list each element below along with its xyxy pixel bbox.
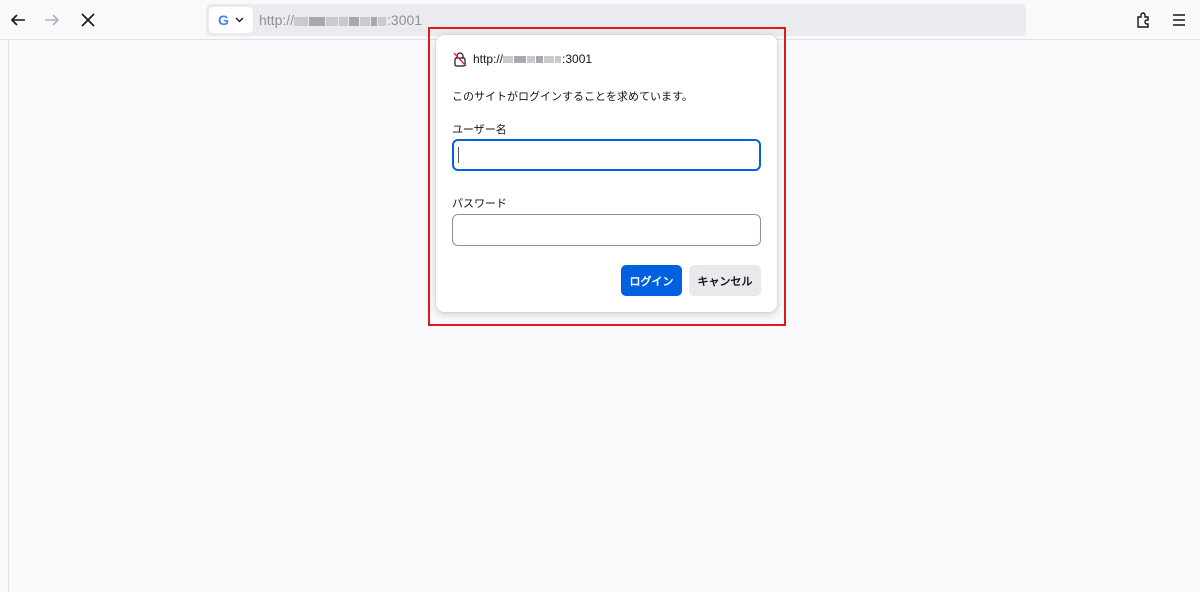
chevron-down-icon — [235, 17, 244, 23]
password-field[interactable] — [452, 214, 761, 246]
username-field[interactable] — [452, 139, 761, 171]
stop-button[interactable] — [74, 6, 102, 34]
search-engine-button[interactable]: G — [209, 7, 253, 33]
app-menu-button[interactable] — [1165, 6, 1193, 34]
insecure-lock-icon — [453, 52, 467, 67]
back-button[interactable] — [4, 6, 32, 34]
dialog-message: このサイトがログインすることを求めています。 — [452, 90, 693, 103]
extensions-button[interactable] — [1130, 6, 1158, 34]
http-auth-dialog: http://:3001 このサイトがログインすることを求めています。 ユーザー… — [436, 35, 777, 312]
close-icon — [81, 13, 95, 27]
google-logo-icon: G — [218, 12, 229, 28]
username-label: ユーザー名 — [452, 123, 507, 136]
arrow-left-icon — [10, 14, 25, 26]
dialog-origin: http://:3001 — [452, 51, 592, 67]
hamburger-menu-icon — [1173, 14, 1185, 26]
login-button[interactable]: ログイン — [621, 265, 682, 296]
password-label: パスワード — [452, 197, 507, 210]
url-text: http://:3001 — [259, 12, 423, 28]
forward-button[interactable] — [38, 6, 66, 34]
text-caret — [458, 147, 459, 163]
puzzle-icon — [1137, 12, 1149, 28]
arrow-right-icon — [45, 14, 60, 26]
cancel-button[interactable]: キャンセル — [689, 265, 761, 296]
